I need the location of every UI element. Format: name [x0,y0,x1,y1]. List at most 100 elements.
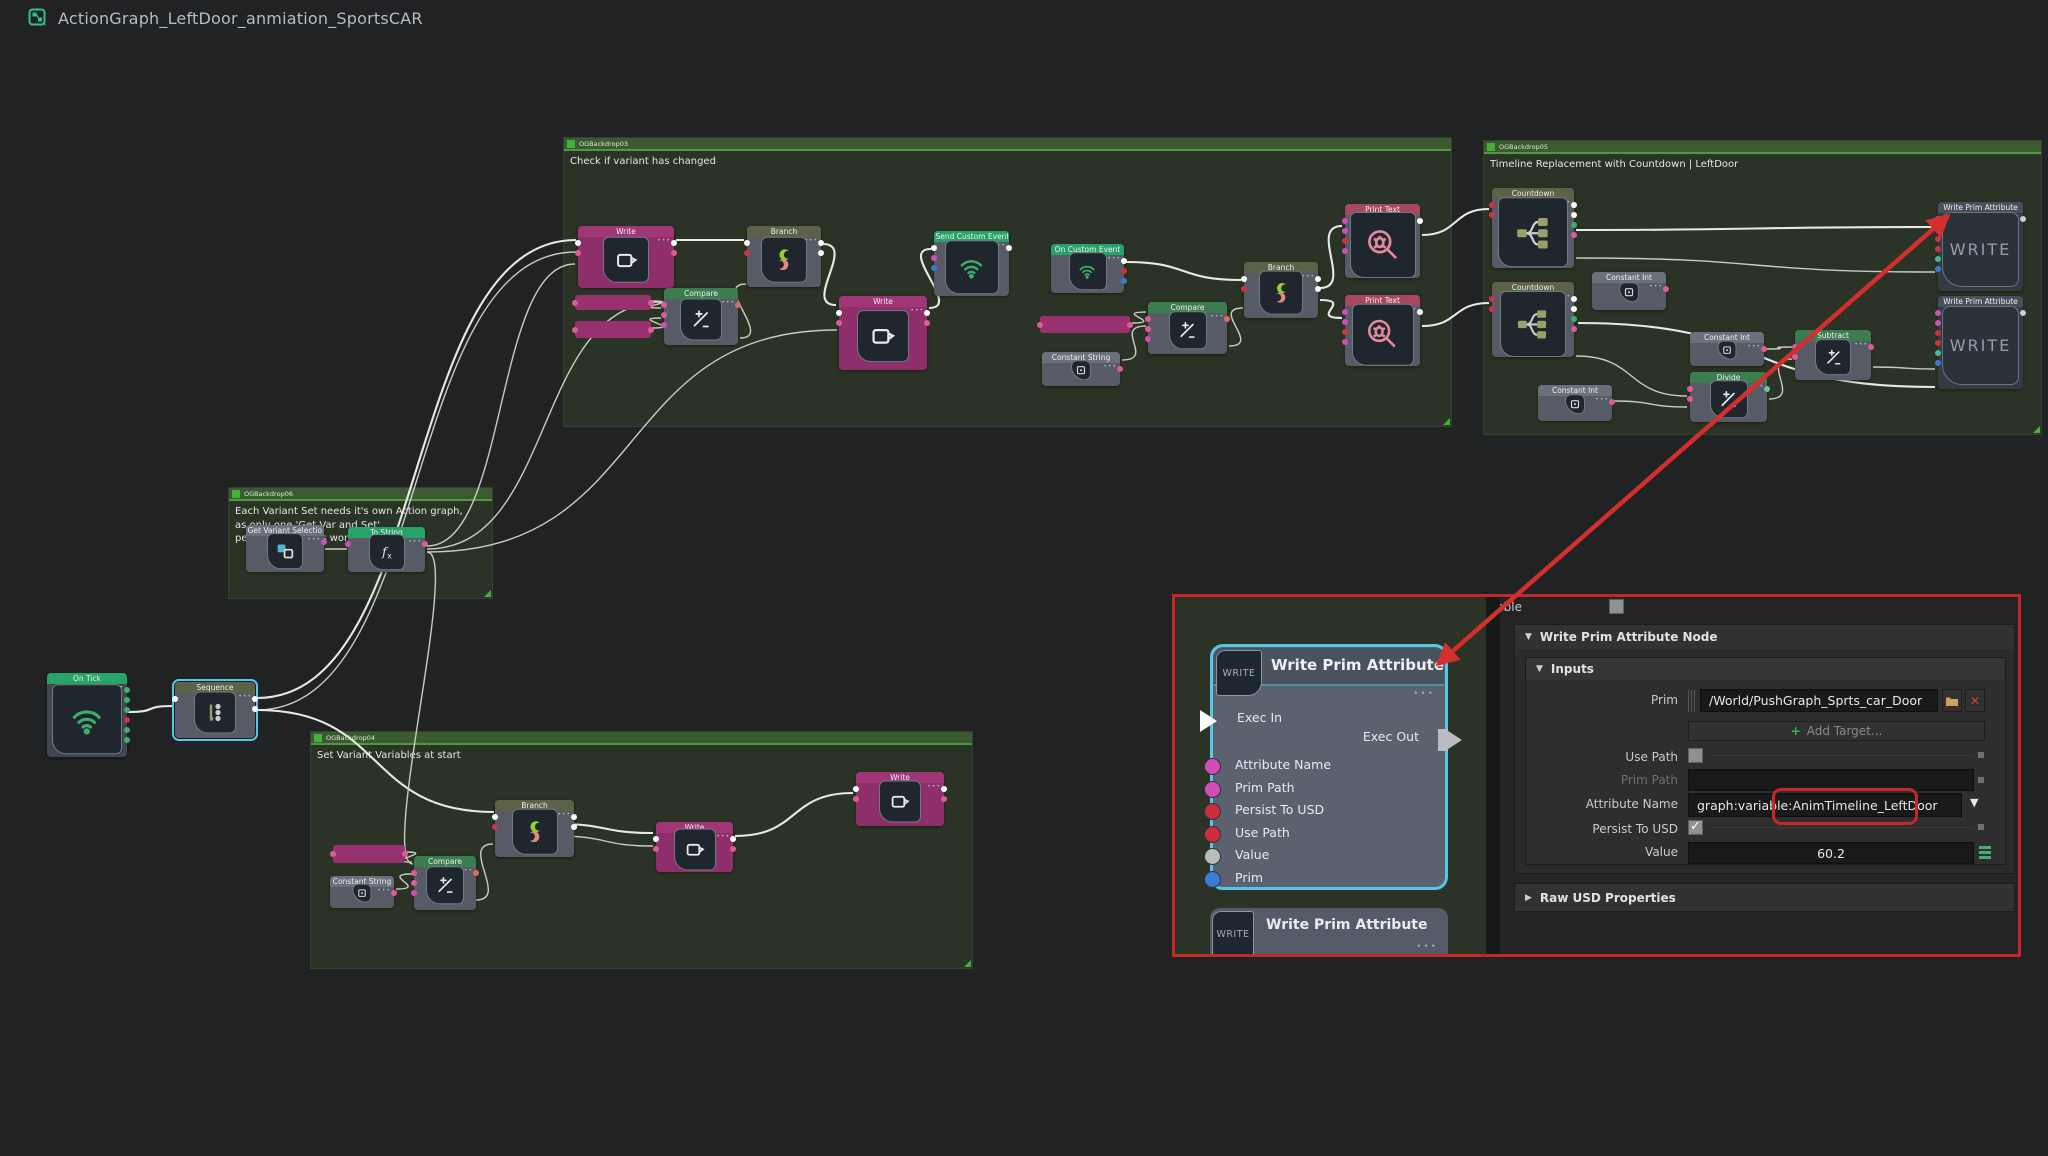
input-port[interactable] [1935,320,1941,326]
node-compare-d[interactable]: Compare ••• [414,856,476,910]
output-port[interactable] [422,541,428,547]
value-port[interactable] [1204,848,1221,865]
node-send-event[interactable]: Send Custom Event ••• [934,231,1009,296]
input-port[interactable] [661,302,667,308]
input-port[interactable] [575,240,581,246]
output-port[interactable] [1764,386,1770,392]
node-tostring[interactable]: To String ••• f x [348,527,425,572]
node-writeprim1[interactable]: Write Prim Attribute •••WRITE [1938,202,2023,291]
input-port[interactable] [1792,354,1798,360]
input-port[interactable] [1935,350,1941,356]
exec-out-port[interactable] [1445,729,1462,751]
output-port[interactable] [1571,202,1577,208]
input-port[interactable] [1342,238,1348,244]
input-port[interactable] [1145,336,1151,342]
output-port[interactable] [924,310,930,316]
node-getvar[interactable]: Get Variant Selection ••• [246,525,324,572]
node-constint1[interactable]: Constant Int ••• [1592,272,1666,310]
input-port[interactable] [1792,344,1798,350]
output-port[interactable] [730,846,736,852]
input-port[interactable] [661,322,667,328]
output-port[interactable] [571,814,577,820]
output-port[interactable] [1571,212,1577,218]
output-port[interactable] [1006,245,1012,251]
input-port[interactable] [661,312,667,318]
output-port[interactable] [1417,218,1423,224]
add-target-button[interactable]: + Add Target... [1688,721,1985,741]
output-port[interactable] [1121,258,1127,264]
input-port[interactable] [931,245,937,251]
collapsed-node-bar[interactable] [575,321,651,338]
output-port[interactable] [1571,316,1577,322]
input-port[interactable] [1342,319,1348,325]
node-conststr-a[interactable]: Constant String ••• [1042,352,1120,386]
value-options-icon[interactable] [1979,846,1991,859]
output-port[interactable] [1571,296,1577,302]
output-port[interactable] [1121,278,1127,284]
collapsed-node-bar[interactable] [575,295,651,310]
input-port[interactable] [931,255,937,261]
node-print2[interactable]: Print Text ••• [1345,295,1420,366]
output-port[interactable] [124,737,130,743]
input-port[interactable] [1342,228,1348,234]
instanceable-checkbox[interactable] [1609,599,1624,614]
input-port[interactable] [1145,316,1151,322]
input-port[interactable] [744,240,750,246]
input-port[interactable] [836,310,842,316]
input-port[interactable] [1342,218,1348,224]
input-port[interactable] [1935,226,1941,232]
node-compare-a[interactable]: Compare ••• [664,288,738,345]
input-port[interactable] [1342,248,1348,254]
input-port[interactable] [1489,202,1495,208]
output-port[interactable] [2020,216,2026,222]
output-port[interactable] [941,786,947,792]
input-port[interactable] [853,786,859,792]
node-countdown1[interactable]: Countdown ••• [1492,188,1574,268]
inputs-section-header[interactable]: ▼ Inputs [1526,658,2005,680]
input-port[interactable] [1145,326,1151,332]
node-constint3[interactable]: Constant Int ••• [1690,332,1764,366]
node-subtract[interactable]: Subtract ••• [1795,330,1871,380]
output-port[interactable] [2020,310,2026,316]
input-port[interactable] [1935,330,1941,336]
node-write-a1[interactable]: Write ••• [578,226,674,288]
output-port[interactable] [1224,316,1230,322]
node-countdown2[interactable]: Countdown ••• [1492,282,1574,357]
output-port[interactable] [924,320,930,326]
input-port[interactable] [653,836,659,842]
output-port[interactable] [1315,276,1321,282]
node-branch-d[interactable]: Branch ••• [495,800,574,857]
attribute-dropdown-arrow[interactable]: ▼ [1970,796,1978,809]
node-branch-a2[interactable]: Branch ••• [1244,262,1318,318]
input-port[interactable] [1935,310,1941,316]
node-write-a2[interactable]: Write ••• [839,296,927,370]
node-print1[interactable]: Print Text ••• [1345,204,1420,278]
node-writeprim2[interactable]: Write Prim Attribute •••WRITE [1938,296,2023,389]
node-write-d2[interactable]: Write ••• [856,772,944,826]
input-port[interactable] [411,890,417,896]
output-port[interactable] [124,697,130,703]
node-on-tick[interactable]: On Tick ••• [47,673,127,757]
output-port[interactable] [1571,326,1577,332]
output-port[interactable] [124,707,130,713]
output-port[interactable] [1761,346,1767,352]
panel-graph-view[interactable]: WRITE Write Prim Attribute ••• Exec In E… [1172,594,1486,957]
input-port[interactable] [1241,276,1247,282]
omnigraph-canvas[interactable]: ActionGraph_LeftDoor_anmiation_SportsCAR… [0,0,2048,1156]
output-port[interactable] [391,890,397,896]
attribute-name-port[interactable] [1204,758,1221,775]
output-port[interactable] [1571,232,1577,238]
node-divide[interactable]: Divide ••• [1690,372,1767,422]
input-port[interactable] [1342,309,1348,315]
output-port[interactable] [571,824,577,830]
input-port[interactable] [1489,306,1495,312]
output-port[interactable] [671,240,677,246]
prim-path-reset[interactable] [1978,777,1984,783]
output-port[interactable] [124,717,130,723]
input-port[interactable] [411,880,417,886]
input-port[interactable] [1935,246,1941,252]
input-port[interactable] [1489,296,1495,302]
node-sequence[interactable]: Sequence ••• [175,682,255,738]
output-port[interactable] [321,539,327,545]
raw-usd-header[interactable]: ▶ Raw USD Properties [1515,884,2014,911]
